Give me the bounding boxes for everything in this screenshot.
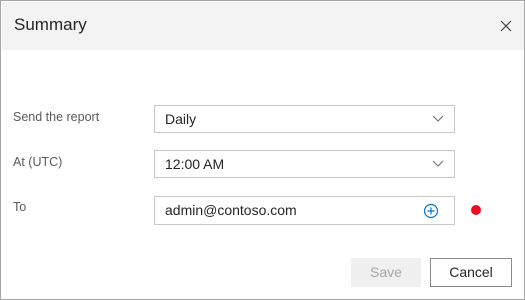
- chevron-down-icon: [432, 160, 444, 168]
- dialog-title: Summary: [14, 15, 87, 34]
- dialog-header: Summary: [2, 2, 524, 50]
- recipients-input[interactable]: admin@contoso.com: [154, 196, 455, 225]
- summary-dialog: Summary Send the report Daily At (UTC) 1…: [0, 0, 525, 300]
- close-button[interactable]: [496, 16, 516, 36]
- frequency-label: Send the report: [13, 110, 100, 124]
- add-recipient-button[interactable]: [423, 203, 439, 219]
- recipients-label: To: [13, 200, 27, 214]
- save-button[interactable]: Save: [351, 258, 421, 287]
- chevron-down-icon: [432, 115, 444, 123]
- frequency-value: Daily: [165, 111, 197, 127]
- close-icon: [500, 20, 512, 32]
- time-dropdown[interactable]: 12:00 AM: [154, 150, 455, 178]
- time-label: At (UTC): [13, 155, 63, 169]
- cancel-button[interactable]: Cancel: [430, 258, 512, 287]
- frequency-dropdown[interactable]: Daily: [154, 105, 455, 133]
- add-circle-icon: [423, 203, 439, 219]
- time-value: 12:00 AM: [165, 156, 225, 172]
- required-indicator: [471, 205, 481, 215]
- recipients-value: admin@contoso.com: [165, 202, 297, 218]
